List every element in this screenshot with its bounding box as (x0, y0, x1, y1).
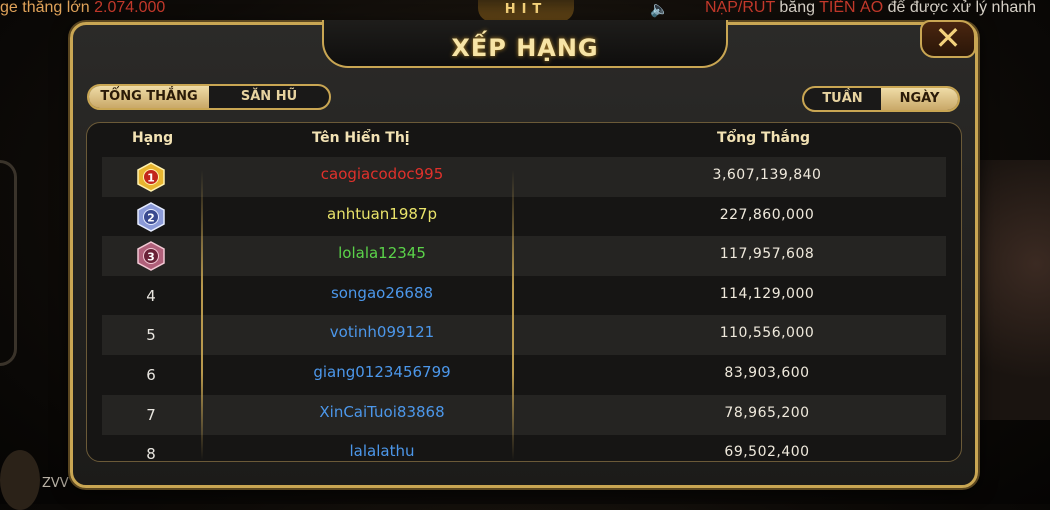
total-wins-value: 227,860,000 (719, 206, 815, 223)
column-divider (201, 170, 203, 460)
table-row[interactable]: 1 caogiacodoc995 3,607,139,840 (102, 157, 946, 197)
table-row[interactable]: 4 songao26688 114,129,000 (102, 276, 946, 316)
table-row[interactable]: 6 giang0123456799 83,903,600 (102, 355, 946, 395)
total-wins-value: 3,607,139,840 (712, 167, 822, 183)
rank-number: 5 (146, 326, 156, 345)
svg-text:2: 2 (147, 211, 155, 224)
table-row[interactable]: 8 lalalathu 69,502,400 (102, 434, 946, 460)
rank-cell: 7 (102, 395, 200, 435)
player-name: caogiacodoc995 (320, 165, 444, 183)
player-name: anhtuan1987p (327, 204, 437, 223)
gold-medal-icon: 1 (136, 162, 166, 192)
rank-number: 8 (146, 445, 156, 460)
player-name: giang0123456799 (313, 363, 451, 381)
total-wins-value: 114,129,000 (719, 285, 815, 302)
player-name: lolala12345 (338, 244, 426, 263)
player-name: songao26688 (330, 283, 434, 302)
rank-number: 7 (146, 405, 156, 424)
bronze-medal-icon: 3 (136, 241, 166, 272)
svg-text:3: 3 (147, 251, 155, 264)
rank-cell: 1 (102, 157, 200, 197)
rank-cell: 4 (102, 276, 200, 316)
table-row[interactable]: 3 lolala12345 117,957,608 (102, 236, 946, 277)
rank-number: 6 (146, 366, 156, 384)
rank-cell: 8 (102, 434, 200, 460)
total-wins-value: 69,502,400 (724, 444, 810, 460)
rank-cell: 2 (102, 197, 200, 237)
table-row[interactable]: 7 XinCaiTuoi83868 78,965,200 (102, 394, 946, 435)
total-wins-value: 110,556,000 (719, 325, 815, 342)
table-row[interactable]: 2 anhtuan1987p 227,860,000 (102, 197, 946, 237)
total-wins-value: 83,903,600 (724, 365, 810, 381)
player-name: XinCaiTuoi83868 (319, 402, 445, 421)
rank-cell: 6 (102, 355, 200, 395)
table-row[interactable]: 5 votinh099121 110,556,000 (102, 315, 946, 356)
player-name: votinh099121 (329, 323, 435, 342)
column-divider (512, 170, 514, 460)
rank-cell: 3 (102, 236, 200, 276)
total-wins-value: 78,965,200 (724, 404, 810, 421)
rank-cell: 5 (102, 315, 200, 355)
rank-number: 4 (146, 286, 156, 305)
background-username: ZVV (42, 476, 69, 491)
total-wins-value: 117,957,608 (719, 246, 815, 263)
silver-medal-icon: 2 (136, 201, 166, 232)
svg-text:1: 1 (147, 172, 155, 185)
player-name: lalalathu (349, 442, 415, 460)
